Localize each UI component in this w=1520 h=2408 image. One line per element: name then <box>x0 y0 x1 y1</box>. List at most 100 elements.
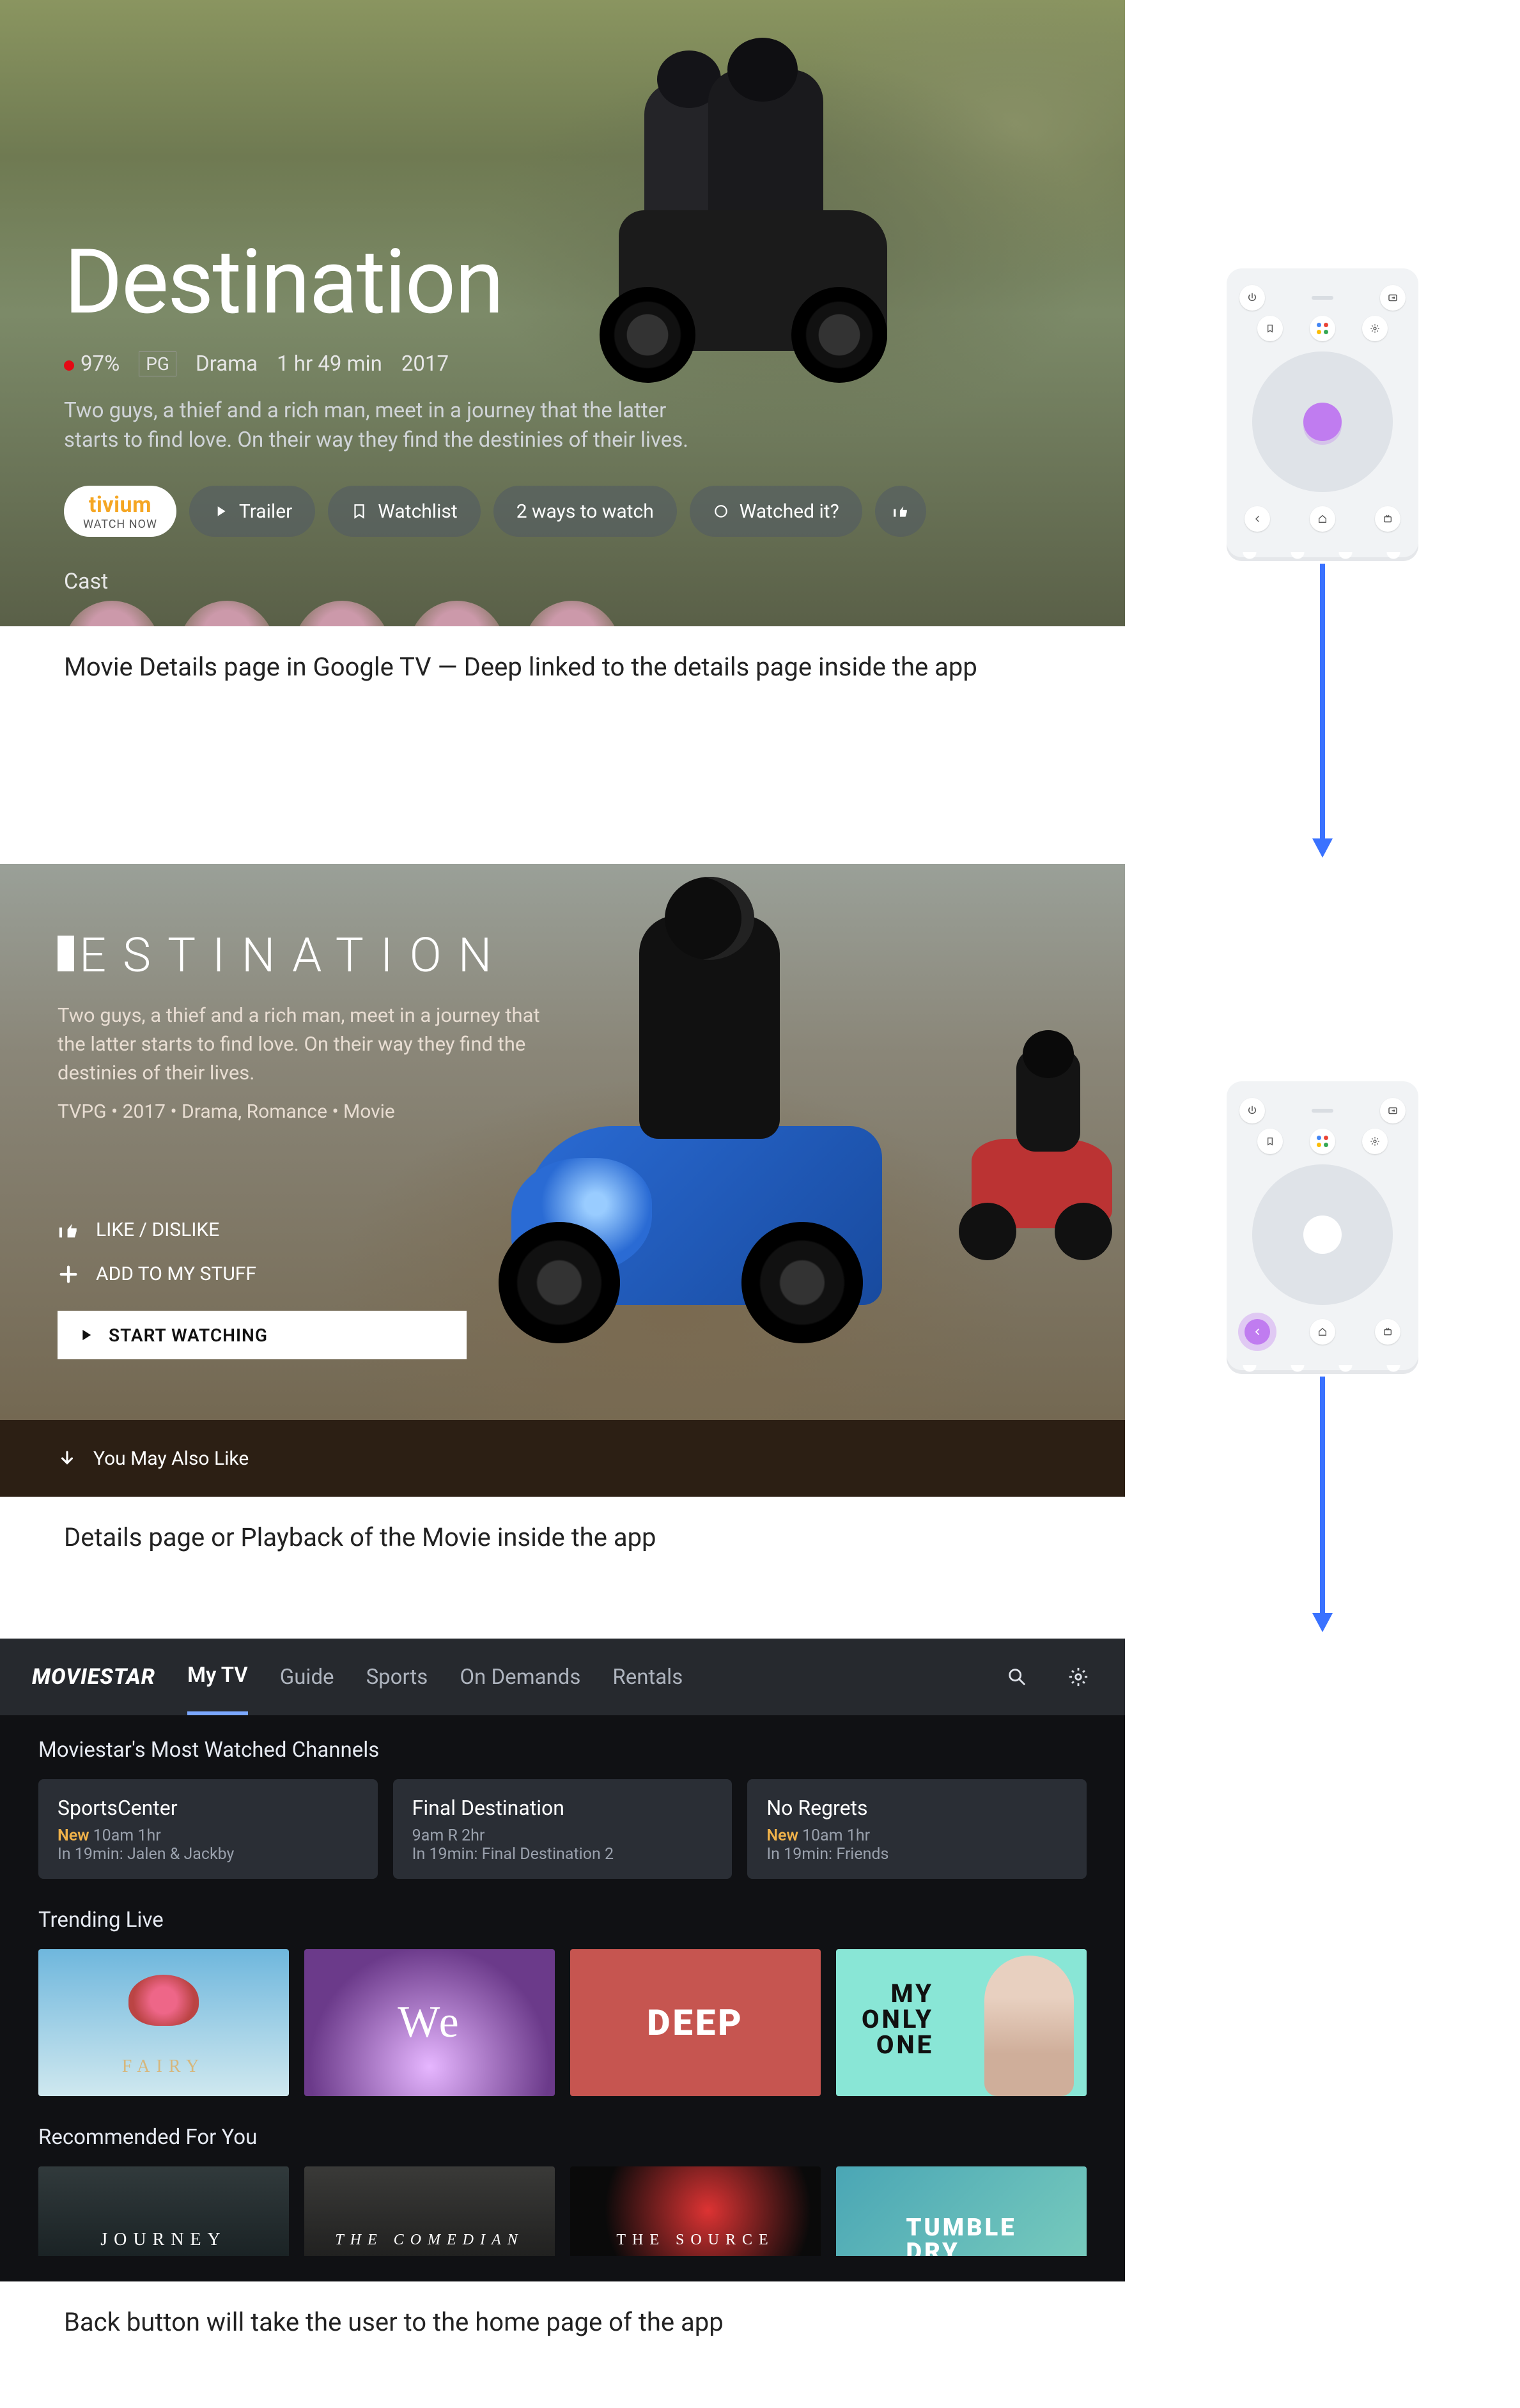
trending-live-section: Trending Live FAIRY We DEEP MYONLYONE <box>0 1885 1125 2103</box>
search-button[interactable] <box>1002 1662 1032 1692</box>
watch-now-button[interactable]: tivium WATCH NOW <box>64 486 176 537</box>
hero-art-riders <box>580 31 900 364</box>
ways-label: 2 ways to watch <box>516 500 654 523</box>
channel-time: New10am 1hr <box>766 1826 1067 1845</box>
channel-title: Final Destination <box>412 1796 713 1820</box>
assistant-icon <box>1317 1136 1328 1147</box>
settings-button[interactable] <box>1064 1662 1093 1692</box>
watched-it-button[interactable]: Watched it? <box>690 486 862 537</box>
play-icon <box>212 503 229 520</box>
channel-card[interactable]: Final Destination 9am R 2hr In 19min: Fi… <box>393 1779 733 1879</box>
recommended-tile[interactable]: TUMBLEDRY <box>836 2166 1087 2256</box>
tile-label: THE COMEDIAN <box>335 2232 523 2249</box>
tab-guide[interactable]: Guide <box>280 1639 334 1715</box>
remote-tv-button[interactable] <box>1375 506 1400 532</box>
tile-label: DEEP <box>647 2002 743 2044</box>
channel-title: No Regrets <box>766 1796 1067 1820</box>
nav-tabs: My TV Guide Sports On Demands Rentals <box>187 1639 683 1715</box>
remote-assistant-button[interactable] <box>1310 316 1335 341</box>
start-watching-button[interactable]: START WATCHING <box>58 1311 467 1359</box>
year: 2017 <box>401 351 449 376</box>
tab-my-tv[interactable]: My TV <box>187 1639 248 1715</box>
remote-select-button[interactable] <box>1303 1216 1342 1254</box>
trailer-button[interactable]: Trailer <box>189 486 315 537</box>
caption-3: Back button will take the user to the ho… <box>0 2281 1125 2375</box>
hero-art-rider-secondary <box>959 1030 1125 1260</box>
remote-dpad[interactable] <box>1252 1164 1393 1305</box>
remote-bookmark-button[interactable] <box>1257 1129 1283 1154</box>
channel-title: SportsCenter <box>58 1796 359 1820</box>
like-label: LIKE / DISLIKE <box>96 1219 219 1241</box>
recommended-tile[interactable]: JOURNEY <box>38 2166 289 2256</box>
recommended-section: Recommended For You JOURNEY THE COMEDIAN… <box>0 2103 1125 2281</box>
remote-back-button[interactable] <box>1245 1319 1270 1345</box>
app-movie-title: ESTINATION <box>58 928 508 984</box>
tomato-icon <box>64 360 74 371</box>
title-initial-d-icon <box>58 936 74 971</box>
movie-description: Two guys, a thief and a rich man, meet i… <box>64 396 716 455</box>
ways-to-watch-button[interactable]: 2 ways to watch <box>493 486 677 537</box>
remote-back-button[interactable] <box>1245 506 1270 532</box>
cast-heading: Cast <box>64 569 108 594</box>
tile-label: We <box>398 1997 461 2048</box>
thumbs-button[interactable] <box>875 486 926 537</box>
channel-time: New10am 1hr <box>58 1826 359 1845</box>
channel-next: In 19min: Friends <box>766 1845 1067 1864</box>
cast-avatar[interactable] <box>524 601 620 626</box>
cast-avatar[interactable] <box>409 601 505 626</box>
remote-input-button[interactable] <box>1380 285 1406 311</box>
remote-input-button[interactable] <box>1380 1098 1406 1123</box>
play-icon <box>77 1326 95 1344</box>
remote-tv-button[interactable] <box>1375 1319 1400 1345</box>
remote-home-button[interactable] <box>1310 506 1335 532</box>
remote-home-button[interactable] <box>1310 1319 1335 1345</box>
recommended-tile[interactable]: THE COMEDIAN <box>304 2166 555 2256</box>
cast-avatar[interactable] <box>179 601 275 626</box>
cast-avatar[interactable] <box>64 601 160 626</box>
remote-bookmark-button[interactable] <box>1257 316 1283 341</box>
remote-settings-button[interactable] <box>1362 1129 1388 1154</box>
trending-tile[interactable]: DEEP <box>570 1949 821 2096</box>
remote-mic-slot <box>1312 1109 1333 1113</box>
tab-on-demands[interactable]: On Demands <box>460 1639 580 1715</box>
trending-tile[interactable]: We <box>304 1949 555 2096</box>
tab-sports[interactable]: Sports <box>366 1639 428 1715</box>
also-label: You May Also Like <box>93 1447 249 1470</box>
circle-icon <box>713 503 729 520</box>
cast-avatar[interactable] <box>294 601 390 626</box>
thumbs-icon <box>892 503 909 520</box>
app-movie-meta: TVPG • 2017 • Drama, Romance • Movie <box>58 1100 395 1123</box>
most-watched-heading: Moviestar's Most Watched Channels <box>38 1738 1087 1763</box>
like-dislike-button[interactable]: LIKE / DISLIKE <box>58 1219 467 1241</box>
remote-power-button[interactable] <box>1239 1098 1265 1123</box>
cast-row <box>64 601 620 626</box>
caption-1: Movie Details page in Google TV — Deep l… <box>0 626 1125 720</box>
trending-tile[interactable]: FAIRY <box>38 1949 289 2096</box>
remote-settings-button[interactable] <box>1362 316 1388 341</box>
remote-select-button[interactable] <box>1303 403 1342 441</box>
channel-next: In 19min: Final Destination 2 <box>412 1845 713 1864</box>
rating-badge: PG <box>139 351 176 376</box>
tab-rentals[interactable]: Rentals <box>612 1639 683 1715</box>
remote-2 <box>1227 1081 1418 1370</box>
channel-card[interactable]: No Regrets New10am 1hr In 19min: Friends <box>747 1779 1087 1879</box>
trending-tile[interactable]: MYONLYONE <box>836 1949 1087 2096</box>
assistant-icon <box>1317 323 1328 334</box>
google-tv-details-screen: Destination 97% PG Drama 1 hr 49 min 201… <box>0 0 1125 626</box>
channel-next: In 19min: Jalen & Jackby <box>58 1845 359 1864</box>
you-may-also-like-bar[interactable]: You May Also Like <box>0 1420 1125 1497</box>
provider-sub: WATCH NOW <box>83 518 157 531</box>
add-to-my-stuff-button[interactable]: ADD TO MY STUFF <box>58 1263 467 1285</box>
caption-2: Details page or Playback of the Movie in… <box>0 1497 1125 1591</box>
new-badge: New <box>766 1826 798 1845</box>
top-bar: MOVIESTAR My TV Guide Sports On Demands … <box>0 1639 1125 1715</box>
remote-dpad[interactable] <box>1252 351 1393 492</box>
watchlist-button[interactable]: Watchlist <box>328 486 480 537</box>
remote-power-button[interactable] <box>1239 285 1265 311</box>
remote-assistant-button[interactable] <box>1310 1129 1335 1154</box>
runtime: 1 hr 49 min <box>277 351 382 376</box>
recommended-tile[interactable]: THE SOURCE <box>570 2166 821 2256</box>
tile-label: JOURNEY <box>100 2230 227 2250</box>
channel-card[interactable]: SportsCenter New10am 1hr In 19min: Jalen… <box>38 1779 378 1879</box>
chevron-down-icon <box>58 1449 77 1468</box>
